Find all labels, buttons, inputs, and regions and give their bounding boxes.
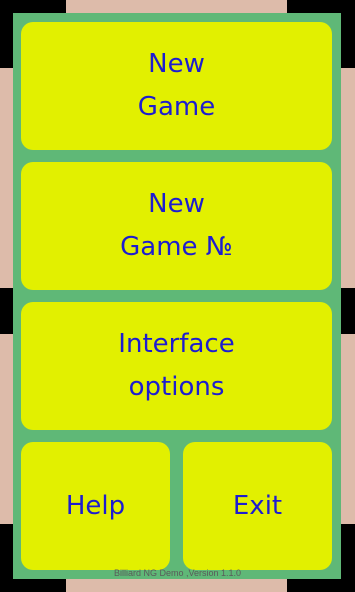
background-decor-left-upper (0, 68, 14, 288)
interface-options-button[interactable]: Interface options (21, 302, 332, 430)
exit-button[interactable]: Exit (183, 442, 332, 570)
interface-options-label-line1: Interface (118, 329, 235, 359)
background-decor-top (66, 0, 287, 14)
version-text: Billiard NG Demo ,Version 1.1.0 (113, 568, 242, 578)
help-button[interactable]: Help (21, 442, 170, 570)
new-game-number-label-line2: Game № (120, 232, 233, 262)
background-decor-left-lower (0, 334, 14, 524)
new-game-number-label-line1: New (148, 189, 205, 219)
new-game-label-line2: Game (137, 92, 216, 122)
new-game-number-label: New Game № (120, 183, 233, 269)
interface-options-label: Interface options (118, 323, 234, 409)
background-decor-bottom (66, 578, 287, 592)
background-decor-right-lower (341, 334, 355, 524)
background-decor-right-upper (341, 68, 355, 288)
new-game-button[interactable]: New Game (21, 22, 332, 150)
new-game-label: New Game (138, 43, 215, 129)
new-game-label-line1: New (148, 49, 205, 79)
help-label: Help (65, 490, 126, 521)
exit-label: Exit (232, 490, 283, 521)
new-game-number-button[interactable]: New Game № (21, 162, 332, 290)
interface-options-label-line2: options (128, 372, 225, 402)
